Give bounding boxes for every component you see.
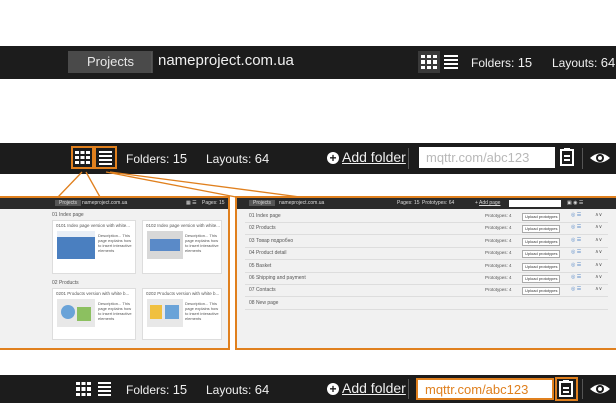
row-sort-icon: ∧∨ — [595, 261, 603, 268]
row-count: Prototypes: 4 — [485, 275, 512, 280]
card-title: 0102 Index page version with white... — [146, 223, 221, 228]
mini-pages-count: 15 — [218, 200, 225, 206]
upload-prototypes-button[interactable]: Upload prototypes — [522, 225, 561, 234]
grid-view-icon[interactable] — [73, 378, 94, 400]
card-title: 0201 Products version with white b... — [56, 291, 130, 296]
list-row[interactable]: 02 Products Prototypes: 4 Upload prototype… — [245, 223, 608, 236]
upload-prototypes-button[interactable]: Upload prototypes — [522, 262, 561, 271]
mini-pages-label: Pages: — [397, 200, 413, 206]
list-row[interactable]: 01 Index page Prototypes: 4 Upload prototy… — [245, 211, 608, 223]
row-actions-icon: ◎ ☰ — [571, 249, 582, 256]
row-sort-icon: ∧∨ — [595, 249, 603, 256]
mini-pages-count: 15 — [413, 200, 420, 206]
share-url-value: mqttr.com/abc123 — [425, 382, 529, 397]
section-title: 01 Index page — [52, 212, 84, 218]
mini-pages-label: Pages: — [202, 200, 218, 206]
row-actions-icon: ◎ ☰ — [571, 224, 582, 231]
row-sort-icon: ∧∨ — [595, 236, 603, 243]
card-thumbnail — [57, 299, 95, 327]
row-actions-icon: ◎ ☰ — [571, 274, 582, 280]
upload-prototypes-button[interactable]: Upload prototypes — [522, 275, 561, 283]
row-name: 03 Товар подробно — [249, 237, 294, 244]
folders-count: 15 — [172, 382, 188, 397]
copy-icon[interactable] — [555, 377, 578, 401]
row-sort-icon: ∧∨ — [595, 224, 603, 231]
mini-projects-button: Projects — [249, 200, 276, 206]
list-row[interactable]: 07 Contacts Prototypes: 4 Upload prototype… — [245, 285, 608, 298]
mini-project-name: nameproject.com.ua — [279, 200, 325, 206]
row-count: Prototypes: 4 — [485, 213, 512, 218]
share-url-input[interactable]: mqttr.com/abc123 — [416, 378, 554, 400]
row-name: 02 Products — [249, 225, 276, 232]
layout-card[interactable]: 0101 Index page version with white... De… — [52, 220, 136, 274]
row-count: Prototypes: 4 — [485, 287, 512, 293]
row-actions-icon: ◎ ☰ — [571, 261, 582, 268]
row-count: Prototypes: 4 — [485, 225, 512, 231]
card-description: Description... This page explains how to… — [98, 233, 132, 253]
card-title: 0202 Products version with white b... — [146, 291, 220, 296]
eye-icon[interactable] — [588, 379, 612, 399]
row-sort-icon: ∧∨ — [595, 212, 603, 218]
card-thumbnail — [57, 231, 95, 259]
layout-card[interactable]: 0202 Products version with white b... De… — [142, 288, 222, 340]
mini-prototypes-count: 64 — [448, 200, 455, 206]
plus-icon: + — [327, 383, 339, 396]
mini-project-name: nameproject.com.ua — [82, 200, 128, 206]
list-row[interactable]: 04 Product detail Prototypes: 4 Upload pro… — [245, 248, 608, 261]
list-row[interactable]: 06 Shipping and payment Prototypes: 4 Uplo… — [245, 273, 608, 285]
mini-prototypes-label: Prototypes: — [422, 200, 448, 206]
list-row[interactable]: 08 New page — [245, 298, 608, 310]
layout-card[interactable]: 0201 Products version with white b... De… — [52, 288, 136, 340]
list-view-preview: Projects nameproject.com.ua Pages: 15 Pr… — [235, 196, 616, 350]
card-title: 0101 Index page version with white... — [56, 223, 131, 228]
row-actions-icon: ◎ ☰ — [571, 286, 582, 293]
row-name: 08 New page — [249, 299, 279, 306]
section-title: 02 Products — [52, 280, 79, 286]
row-name: 04 Product detail — [249, 250, 287, 257]
add-folder-button[interactable]: + Add folder — [327, 380, 406, 396]
add-folder-label: Add folder — [342, 380, 406, 396]
list-row[interactable]: 05 Basket Prototypes: 4 Upload prototypes ◎… — [245, 261, 608, 273]
layout-card[interactable]: 0102 Index page version with white... De… — [142, 220, 222, 274]
upload-prototypes-button[interactable]: Upload prototypes — [522, 237, 561, 246]
row-sort-icon: ∧∨ — [595, 274, 603, 280]
toolbar-bottom: Folders: 15 Layouts: 64 + Add folder mqtt… — [0, 375, 616, 403]
row-actions-icon: ◎ ☰ — [571, 236, 582, 243]
row-actions-icon: ◎ ☰ — [571, 212, 582, 218]
row-name: 07 Contacts — [249, 287, 276, 294]
upload-prototypes-button[interactable]: Upload prototypes — [522, 287, 561, 296]
list-row[interactable]: 03 Товар подробно Prototypes: 4 Upload pro… — [245, 236, 608, 248]
row-sort-icon: ∧∨ — [595, 286, 603, 293]
layouts-count: 64 — [254, 382, 270, 397]
list-view-icon[interactable] — [95, 378, 115, 400]
card-description: Description... This page explains how to… — [185, 233, 219, 253]
row-name: 05 Basket — [249, 262, 272, 269]
grid-view-preview: Projects nameproject.com.ua ▦ ☰ Pages: 1… — [0, 196, 230, 350]
mini-projects-button: Projects — [55, 200, 82, 206]
row-count: Prototypes: 4 — [485, 250, 512, 256]
row-count: Prototypes: 4 — [485, 237, 512, 243]
upload-prototypes-button[interactable]: Upload prototypes — [522, 250, 561, 259]
folders-label: Folders: — [126, 383, 170, 397]
card-description: Description... This page explains how to… — [185, 301, 219, 321]
row-name: 06 Shipping and payment — [249, 275, 306, 281]
row-name: 01 Index page — [249, 213, 281, 219]
upload-prototypes-button[interactable]: Upload prototypes — [522, 213, 561, 221]
card-thumbnail — [147, 231, 183, 259]
row-count: Prototypes: 4 — [485, 262, 512, 268]
mini-add-page: + Add page — [475, 200, 501, 206]
card-description: Description... This page explains how to… — [98, 301, 132, 321]
card-thumbnail — [147, 299, 183, 327]
layouts-label: Layouts: — [206, 383, 252, 397]
